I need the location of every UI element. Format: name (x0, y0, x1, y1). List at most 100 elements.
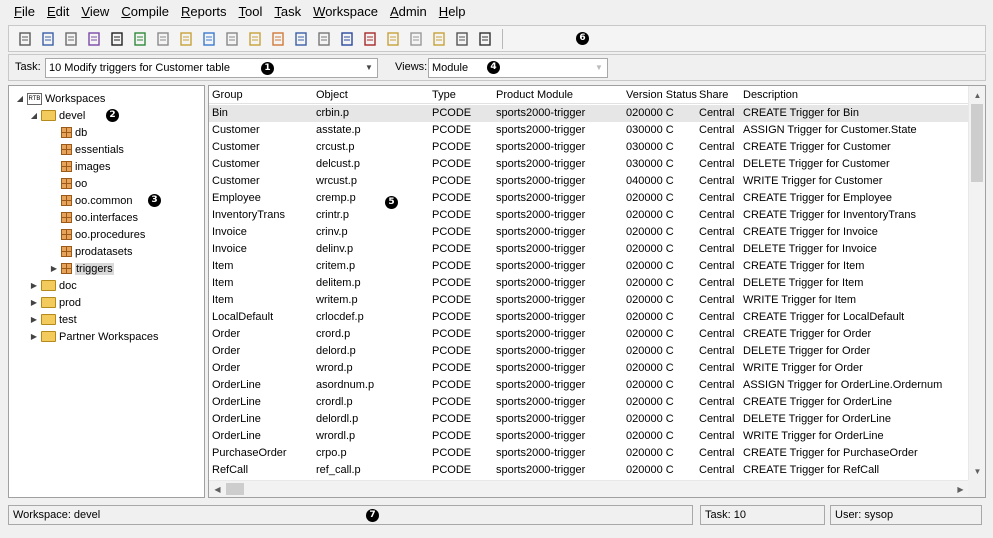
table-row[interactable]: Customer wrcust.p PCODE sports2000-trigger 0… (209, 173, 969, 190)
scroll-down-icon[interactable]: ▼ (969, 463, 985, 479)
checkin-icon[interactable] (128, 28, 151, 50)
expand-icon[interactable]: ▶ (29, 298, 39, 307)
menu-item[interactable]: Tool (233, 0, 269, 24)
tree-node-module[interactable]: db (49, 124, 87, 141)
expand-icon[interactable]: ▶ (29, 332, 39, 341)
menu-item[interactable]: Help (433, 0, 472, 24)
filter-icon[interactable] (473, 28, 496, 50)
tree-node-module[interactable]: oo.procedures (49, 226, 145, 243)
grid-icon[interactable] (266, 28, 289, 50)
checklist-icon[interactable] (289, 28, 312, 50)
tree-node-module[interactable]: oo (49, 175, 87, 192)
column-header[interactable]: Object (316, 89, 348, 101)
edit-icon[interactable] (59, 28, 82, 50)
table-row[interactable]: PurchaseOrder crpo.p PCODE sports2000-trigg… (209, 445, 969, 462)
menu-item[interactable]: Edit (41, 0, 75, 24)
tree-node-module[interactable]: essentials (49, 141, 124, 158)
table-row[interactable]: Order wrord.p PCODE sports2000-trigger 02000… (209, 360, 969, 377)
menu-item[interactable]: Workspace (307, 0, 384, 24)
expand-icon[interactable]: ▶ (49, 264, 59, 273)
column-header[interactable]: Type (432, 89, 456, 101)
table-row[interactable]: Order delord.p PCODE sports2000-trigger 0200… (209, 343, 969, 360)
table-row[interactable]: Bin crbin.p PCODE sports2000-trigger 020000 … (209, 105, 969, 122)
tree-node-folder[interactable]: ▶ test (29, 311, 77, 328)
table-row[interactable]: LocalDefault crlocdef.p PCODE sports2000-tr… (209, 309, 969, 326)
table-row[interactable]: OrderLine asordnum.p PCODE sports2000-trigg… (209, 377, 969, 394)
checkout-icon[interactable] (151, 28, 174, 50)
task-select[interactable]: 10 Modify triggers for Customer table ▼ (45, 58, 378, 78)
scroll-thumb[interactable] (971, 104, 983, 182)
chevron-down-icon[interactable]: ▼ (591, 59, 607, 77)
table-row[interactable]: Item critem.p PCODE sports2000-trigger 02000… (209, 258, 969, 275)
tree-node-module[interactable]: images (49, 158, 110, 175)
tree-node-module[interactable]: oo.common (49, 192, 132, 209)
expand-icon[interactable]: ▶ (29, 281, 39, 290)
star-icon[interactable] (220, 28, 243, 50)
table-row[interactable]: Item writem.p PCODE sports2000-trigger 02000… (209, 292, 969, 309)
column-header[interactable]: Product Module (496, 89, 573, 101)
brush-icon[interactable] (13, 28, 36, 50)
table-row[interactable]: OrderLine crordl.p PCODE sports2000-trigger… (209, 394, 969, 411)
horizontal-scrollbar[interactable]: ◀ ▶ (209, 480, 969, 497)
workspace-tree[interactable]: ◢ RTB Workspaces ◢ devel 2 db essentials i… (8, 85, 205, 498)
table-cell: DELETE Trigger for Item (743, 277, 864, 289)
tree-node-module[interactable]: prodatasets (49, 243, 132, 260)
object-grid[interactable]: Group Object Type Product Module Version Sta… (208, 85, 986, 498)
scroll-up-icon[interactable]: ▲ (969, 87, 985, 103)
tree-node-devel[interactable]: ◢ devel (29, 107, 85, 124)
notes-icon[interactable] (427, 28, 450, 50)
table-cell: sports2000-trigger (496, 328, 586, 340)
collapse-icon[interactable]: ◢ (15, 94, 25, 103)
column-header[interactable]: Share (699, 89, 728, 101)
tree-node-module[interactable]: ▶ triggers (49, 260, 114, 277)
tree-node-workspaces[interactable]: ◢ RTB Workspaces (15, 90, 105, 107)
tree-node-folder[interactable]: ▶ doc (29, 277, 77, 294)
table-row[interactable]: RefCall ref_call.p PCODE sports2000-trigger… (209, 462, 969, 479)
report-icon[interactable] (381, 28, 404, 50)
scroll-left-icon[interactable]: ◀ (209, 481, 226, 497)
chevron-down-icon[interactable]: ▼ (361, 59, 377, 77)
menu-item[interactable]: Admin (384, 0, 433, 24)
column-header[interactable]: Description (743, 89, 798, 101)
table-row[interactable]: Invoice delinv.p PCODE sports2000-trigger 02… (209, 241, 969, 258)
views-select[interactable]: Module ▼ (428, 58, 608, 78)
collapse-icon[interactable]: ◢ (29, 111, 39, 120)
table-row[interactable]: InventoryTrans crintr.p PCODE sports2000-tr… (209, 207, 969, 224)
binoculars-icon[interactable] (105, 28, 128, 50)
menu-item[interactable]: Task (268, 0, 307, 24)
tree-node-module[interactable]: oo.interfaces (49, 209, 138, 226)
table-row[interactable]: Invoice crinv.p PCODE sports2000-trigger 020… (209, 224, 969, 241)
tree-node-folder[interactable]: ▶ Partner Workspaces (29, 328, 159, 345)
table-row[interactable]: Customer crcust.p PCODE sports2000-trigger 0… (209, 139, 969, 156)
documents-icon[interactable] (243, 28, 266, 50)
menu-item[interactable]: View (75, 0, 115, 24)
column-header[interactable]: Version Status (626, 89, 697, 101)
expand-icon[interactable]: ▶ (29, 315, 39, 324)
search-check-icon[interactable] (36, 28, 59, 50)
menu-item[interactable]: File (8, 0, 41, 24)
tree-icon[interactable] (335, 28, 358, 50)
document-icon[interactable] (174, 28, 197, 50)
table-row[interactable]: Item delitem.p PCODE sports2000-trigger 0200… (209, 275, 969, 292)
flask-icon[interactable] (312, 28, 335, 50)
tree-alt-icon[interactable] (358, 28, 381, 50)
menu-item[interactable]: Reports (175, 0, 233, 24)
scroll-right-icon[interactable]: ▶ (952, 481, 969, 497)
report-alt-icon[interactable] (404, 28, 427, 50)
module-icon (61, 195, 72, 206)
table-row[interactable]: Customer delcust.p PCODE sports2000-trigger… (209, 156, 969, 173)
import-icon[interactable] (197, 28, 220, 50)
search-object-icon[interactable] (82, 28, 105, 50)
menu-item[interactable]: Compile (115, 0, 175, 24)
column-header[interactable]: Group (212, 89, 243, 101)
vertical-scrollbar[interactable]: ▲ ▼ (968, 86, 985, 480)
scroll-thumb[interactable] (226, 483, 244, 495)
menu-accelerator: V (81, 4, 90, 19)
table-row[interactable]: Customer asstate.p PCODE sports2000-trigger… (209, 122, 969, 139)
table-row[interactable]: Employee cremp.p PCODE sports2000-trigger 02… (209, 190, 969, 207)
tree-node-folder[interactable]: ▶ prod (29, 294, 81, 311)
table-row[interactable]: OrderLine wrordl.p PCODE sports2000-trigger… (209, 428, 969, 445)
table-row[interactable]: OrderLine delordl.p PCODE sports2000-trigge… (209, 411, 969, 428)
table-row[interactable]: Order crord.p PCODE sports2000-trigger 02000… (209, 326, 969, 343)
terminal-icon[interactable] (450, 28, 473, 50)
